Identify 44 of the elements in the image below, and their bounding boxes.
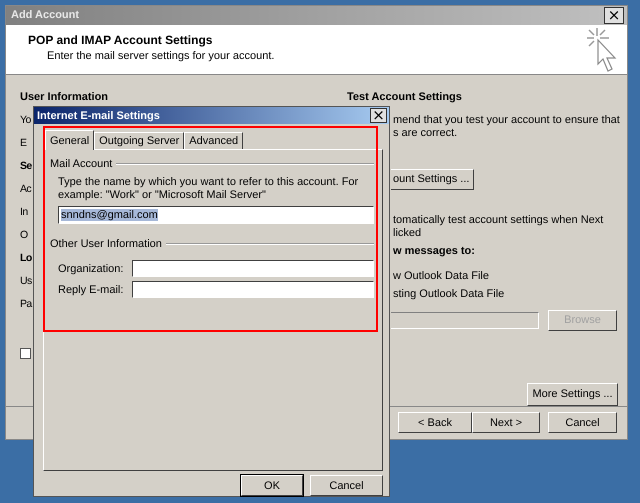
close-button[interactable]: × (370, 108, 387, 123)
section-label: w messages to: (393, 244, 475, 258)
option-text: w Outlook Data File (393, 270, 489, 283)
option-text: s are correct. (393, 126, 458, 140)
account-description: Type the name by which you want to refer to this account. For example: "Work" or "Microsoft Mail Server" (58, 176, 360, 202)
field-label: Reply E-mail: (58, 284, 124, 296)
test-settings-button[interactable]: ount Settings ... (391, 168, 474, 190)
more-settings-button[interactable]: More Settings ... (527, 382, 618, 406)
cancel-button[interactable]: Cancel (548, 412, 617, 434)
option-text: tomatically test account settings when Next (393, 214, 604, 227)
form-label: Ac (20, 182, 32, 195)
dialog-title: Internet E-mail Settings (37, 110, 160, 122)
text-field[interactable] (132, 260, 374, 277)
group-legend: Mail Account (50, 158, 112, 170)
account-name-value: snndns@gmail.com (61, 209, 158, 221)
form-label: Us (20, 274, 32, 287)
text-field[interactable] (132, 281, 374, 298)
section-heading: Test Account Settings (347, 90, 462, 104)
tab[interactable]: Advanced (184, 132, 244, 149)
option-text: mend that you test your account to ensure that (393, 114, 620, 127)
back-button[interactable]: < Back (398, 412, 472, 434)
tab[interactable]: Outgoing Server (94, 132, 184, 149)
field-label: Organization: (58, 262, 124, 274)
form-label: Pa (20, 298, 32, 310)
group-legend: Other User Information (50, 238, 162, 250)
next-button[interactable]: Next > (472, 412, 540, 434)
section-heading: User Information (20, 90, 108, 103)
tab[interactable]: General (45, 130, 94, 150)
header-title: POP and IMAP Account Settings (28, 32, 214, 47)
form-label: Se (20, 160, 32, 172)
option-text: sting Outlook Data File (393, 288, 504, 301)
form-label: In (20, 206, 28, 218)
form-label: Lo (20, 252, 32, 264)
form-label: O (20, 228, 28, 241)
ok-button[interactable]: OK (241, 475, 303, 496)
checkbox[interactable] (20, 348, 31, 359)
account-name-field[interactable]: snndns@gmail.com (58, 206, 374, 224)
header-subtitle: Enter the mail server settings for your account. (47, 50, 274, 62)
option-text: licked (393, 226, 422, 240)
cancel-button[interactable]: Cancel (310, 475, 383, 496)
form-label: E (20, 136, 26, 149)
close-button[interactable]: × (604, 6, 624, 24)
form-label: Yo (20, 114, 31, 126)
window-title: Add Account (11, 9, 80, 22)
